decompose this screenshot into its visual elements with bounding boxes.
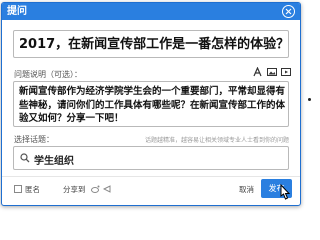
- topic-label: 选择话题：: [14, 135, 54, 144]
- anonymous-label: 匿名: [25, 185, 40, 194]
- description-input[interactable]: 新闻宣传部作为经济学院学生会的一个重要部门，平常却显得有些神秘，请问你们的工作具…: [13, 81, 289, 127]
- weibo-icon[interactable]: [91, 185, 100, 193]
- question-title-input[interactable]: 2017，在新闻宣传部工作是一番怎样的体验？: [13, 30, 289, 58]
- topic-input[interactable]: 学生组织: [13, 146, 289, 170]
- close-icon: [285, 8, 292, 15]
- anonymous-checkbox[interactable]: [14, 185, 22, 193]
- footer-divider: [2, 176, 300, 177]
- dialog-title: 提问: [7, 6, 27, 17]
- dialog-titlebar: 提问: [2, 3, 300, 20]
- ask-question-dialog: 提问 2017，在新闻宣传部工作是一番怎样的体验？ 问题说明（可选）： 新闻宣传…: [1, 2, 301, 206]
- description-label: 问题说明（可选）：: [14, 70, 82, 79]
- text-format-icon[interactable]: [253, 67, 262, 77]
- topic-hint: 话题越精准，越容易让相关领域专业人士看到你的问题: [144, 137, 289, 144]
- image-icon[interactable]: [267, 67, 277, 77]
- description-text: 新闻宣传部作为经济学院学生会的一个重要部门，平常却显得有些神秘，请问你们的工作具…: [19, 86, 286, 124]
- cancel-button[interactable]: 取消: [239, 184, 254, 195]
- cursor-icon: [280, 184, 291, 200]
- bullet-dot: [308, 98, 311, 101]
- topic-value: 学生组织: [34, 156, 74, 167]
- close-button[interactable]: [282, 5, 295, 18]
- question-title-text: 2017，在新闻宣传部工作是一番怎样的体验？: [19, 37, 290, 52]
- share-label: 分享到: [63, 185, 86, 194]
- video-icon[interactable]: [281, 67, 291, 77]
- search-icon: [20, 153, 30, 163]
- share-icon[interactable]: [103, 185, 111, 193]
